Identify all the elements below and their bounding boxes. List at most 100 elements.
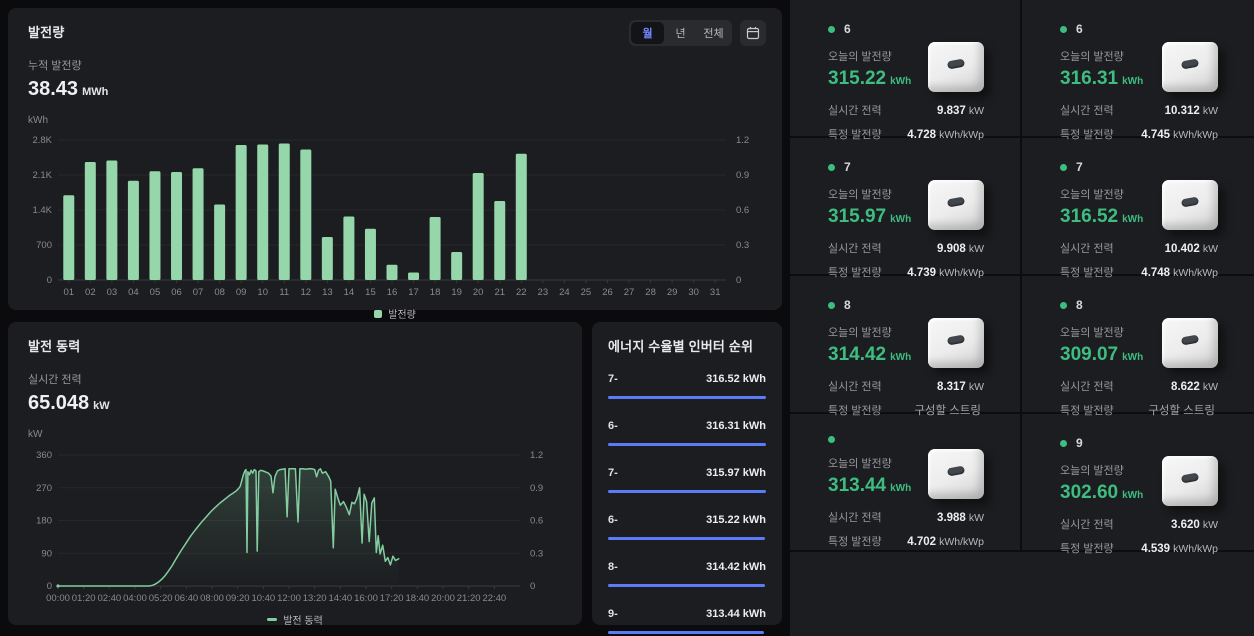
rank-item[interactable]: 8-314.42 kWh — [608, 561, 766, 587]
svg-text:25: 25 — [581, 287, 592, 298]
svg-text:14:40: 14:40 — [328, 593, 352, 604]
svg-text:03: 03 — [107, 287, 118, 298]
svg-text:1.4K: 1.4K — [32, 205, 52, 216]
svg-text:13: 13 — [322, 287, 333, 298]
ranking-card-title: 에너지 수율별 인버터 순위 — [608, 336, 766, 355]
svg-text:08: 08 — [214, 287, 225, 298]
svg-text:0.9: 0.9 — [736, 170, 749, 181]
status-dot-icon — [828, 302, 835, 309]
status-dot-icon — [1060, 440, 1067, 447]
rank-item[interactable]: 7-316.52 kWh — [608, 373, 766, 399]
realtime-power-label: 실시간 전력 — [1060, 516, 1114, 532]
inverter-image-icon — [928, 318, 984, 368]
calendar-icon[interactable] — [740, 20, 766, 46]
today-generation-label: 오늘의 발전량 — [828, 455, 911, 471]
specific-yield-label: 특정 발전량 — [828, 533, 882, 549]
svg-text:15: 15 — [365, 287, 376, 298]
status-dot-icon — [1060, 26, 1067, 33]
realtime-power-value: 3.988kW — [937, 512, 984, 524]
svg-text:13:20: 13:20 — [303, 593, 327, 604]
bar-chart-axis-unit: kWh — [28, 115, 762, 126]
inverter-image-icon — [928, 180, 984, 230]
svg-text:0.3: 0.3 — [736, 240, 749, 251]
rank-name: 7- — [608, 373, 618, 385]
svg-text:02: 02 — [85, 287, 96, 298]
inverter-card[interactable]: 오늘의 발전량 313.44kWh 실시간 전력3.988kW 특정 발전량4.… — [790, 414, 1022, 552]
svg-text:23: 23 — [538, 287, 549, 298]
period-tabs: 월 년 전체 — [629, 20, 732, 46]
svg-text:18:40: 18:40 — [405, 593, 429, 604]
today-generation-value: 309.07kWh — [1060, 344, 1143, 366]
rank-item[interactable]: 7-315.97 kWh — [608, 467, 766, 493]
bar-legend-label: 발전량 — [388, 306, 416, 321]
inverter-name: 6 — [1076, 22, 1083, 36]
status-dot-icon — [1060, 302, 1067, 309]
svg-text:28: 28 — [645, 287, 656, 298]
bar-chart-legend: 발전량 — [28, 306, 762, 321]
svg-text:2.8K: 2.8K — [32, 135, 52, 146]
svg-text:17: 17 — [408, 287, 419, 298]
inverter-card[interactable]: 7 오늘의 발전량 316.52kWh 실시간 전력10.402kW 특정 발전… — [1022, 138, 1254, 276]
today-generation-label: 오늘의 발전량 — [1060, 48, 1143, 64]
svg-text:07: 07 — [193, 287, 204, 298]
svg-text:24: 24 — [559, 287, 570, 298]
status-dot-icon — [828, 436, 835, 443]
power-line-chart: 00900.31800.62700.93601.200:0001:2002:40… — [28, 442, 562, 606]
bar-legend-swatch-icon — [374, 310, 382, 318]
svg-text:27: 27 — [624, 287, 635, 298]
cumulative-value-unit: MWh — [82, 86, 108, 98]
line-chart-legend: 발전 동력 — [28, 612, 562, 627]
rank-name: 9- — [608, 608, 618, 620]
today-generation-value: 315.97kWh — [828, 206, 911, 228]
realtime-power-label: 실시간 전력 — [28, 371, 562, 387]
inverter-card[interactable]: 8 오늘의 발전량 309.07kWh 실시간 전력8.622kW 특정 발전량… — [1022, 276, 1254, 414]
svg-text:10: 10 — [257, 287, 268, 298]
svg-text:04:00: 04:00 — [123, 593, 147, 604]
inverter-image-icon — [1162, 42, 1218, 92]
inverter-card[interactable]: 7 오늘의 발전량 315.97kWh 실시간 전력9.908kW 특정 발전량… — [790, 138, 1022, 276]
tab-all[interactable]: 전체 — [697, 22, 730, 44]
svg-text:31: 31 — [710, 287, 721, 298]
rank-item[interactable]: 6-316.31 kWh — [608, 420, 766, 446]
svg-text:12:00: 12:00 — [277, 593, 301, 604]
line-chart-axis-unit: kW — [28, 429, 562, 440]
inverter-image-icon — [1162, 318, 1218, 368]
realtime-power-value: 8.622kW — [1171, 381, 1218, 393]
today-generation-value: 316.31kWh — [1060, 68, 1143, 90]
tab-year[interactable]: 년 — [664, 22, 697, 44]
realtime-power-value: 10.312kW — [1165, 105, 1218, 117]
specific-yield-label: 특정 발전량 — [1060, 540, 1114, 556]
tab-month[interactable]: 월 — [631, 22, 664, 44]
rank-item[interactable]: 9-313.44 kWh — [608, 608, 766, 634]
svg-text:16: 16 — [387, 287, 398, 298]
svg-text:29: 29 — [667, 287, 678, 298]
inverter-image-icon — [1162, 180, 1218, 230]
realtime-power-label: 실시간 전력 — [828, 102, 882, 118]
realtime-power-value: 8.317kW — [937, 381, 984, 393]
inverter-card[interactable]: 6 오늘의 발전량 315.22kWh 실시간 전력9.837kW 특정 발전량… — [790, 0, 1022, 138]
svg-text:26: 26 — [602, 287, 613, 298]
inverter-name: 9 — [1076, 436, 1083, 450]
inverter-name: 7 — [844, 160, 851, 174]
rank-item[interactable]: 6-315.22 kWh — [608, 514, 766, 540]
rank-name: 7- — [608, 467, 618, 479]
generation-card: 발전량 월 년 전체 누적 발전량 38.43MWh kWh — [8, 8, 782, 310]
line-legend-swatch-icon — [267, 618, 277, 621]
realtime-value-unit: kW — [93, 400, 110, 412]
svg-text:2.1K: 2.1K — [32, 170, 52, 181]
svg-text:20:00: 20:00 — [431, 593, 455, 604]
rank-value: 314.42 kWh — [706, 561, 766, 573]
inverter-card[interactable]: 6 오늘의 발전량 316.31kWh 실시간 전력10.312kW 특정 발전… — [1022, 0, 1254, 138]
inverter-card[interactable]: 9 오늘의 발전량 302.60kWh 실시간 전력3.620kW 특정 발전량… — [1022, 414, 1254, 552]
svg-text:17:20: 17:20 — [380, 593, 404, 604]
realtime-power-label: 실시간 전력 — [828, 378, 882, 394]
realtime-power-value: 10.402kW — [1165, 243, 1218, 255]
inverter-grid: 6 오늘의 발전량 315.22kWh 실시간 전력9.837kW 특정 발전량… — [790, 0, 1254, 636]
realtime-value-number: 65.048 — [28, 392, 89, 414]
svg-text:0.9: 0.9 — [530, 483, 543, 494]
inverter-card[interactable]: 8 오늘의 발전량 314.42kWh 실시간 전력8.317kW 특정 발전량… — [790, 276, 1022, 414]
inverter-ranking-card: 에너지 수율별 인버터 순위 7-316.52 kWh 6-316.31 kWh… — [592, 322, 782, 625]
solar-dashboard: 발전량 월 년 전체 누적 발전량 38.43MWh kWh — [0, 0, 1254, 636]
svg-text:0.6: 0.6 — [530, 516, 543, 527]
today-generation-value: 314.42kWh — [828, 344, 911, 366]
